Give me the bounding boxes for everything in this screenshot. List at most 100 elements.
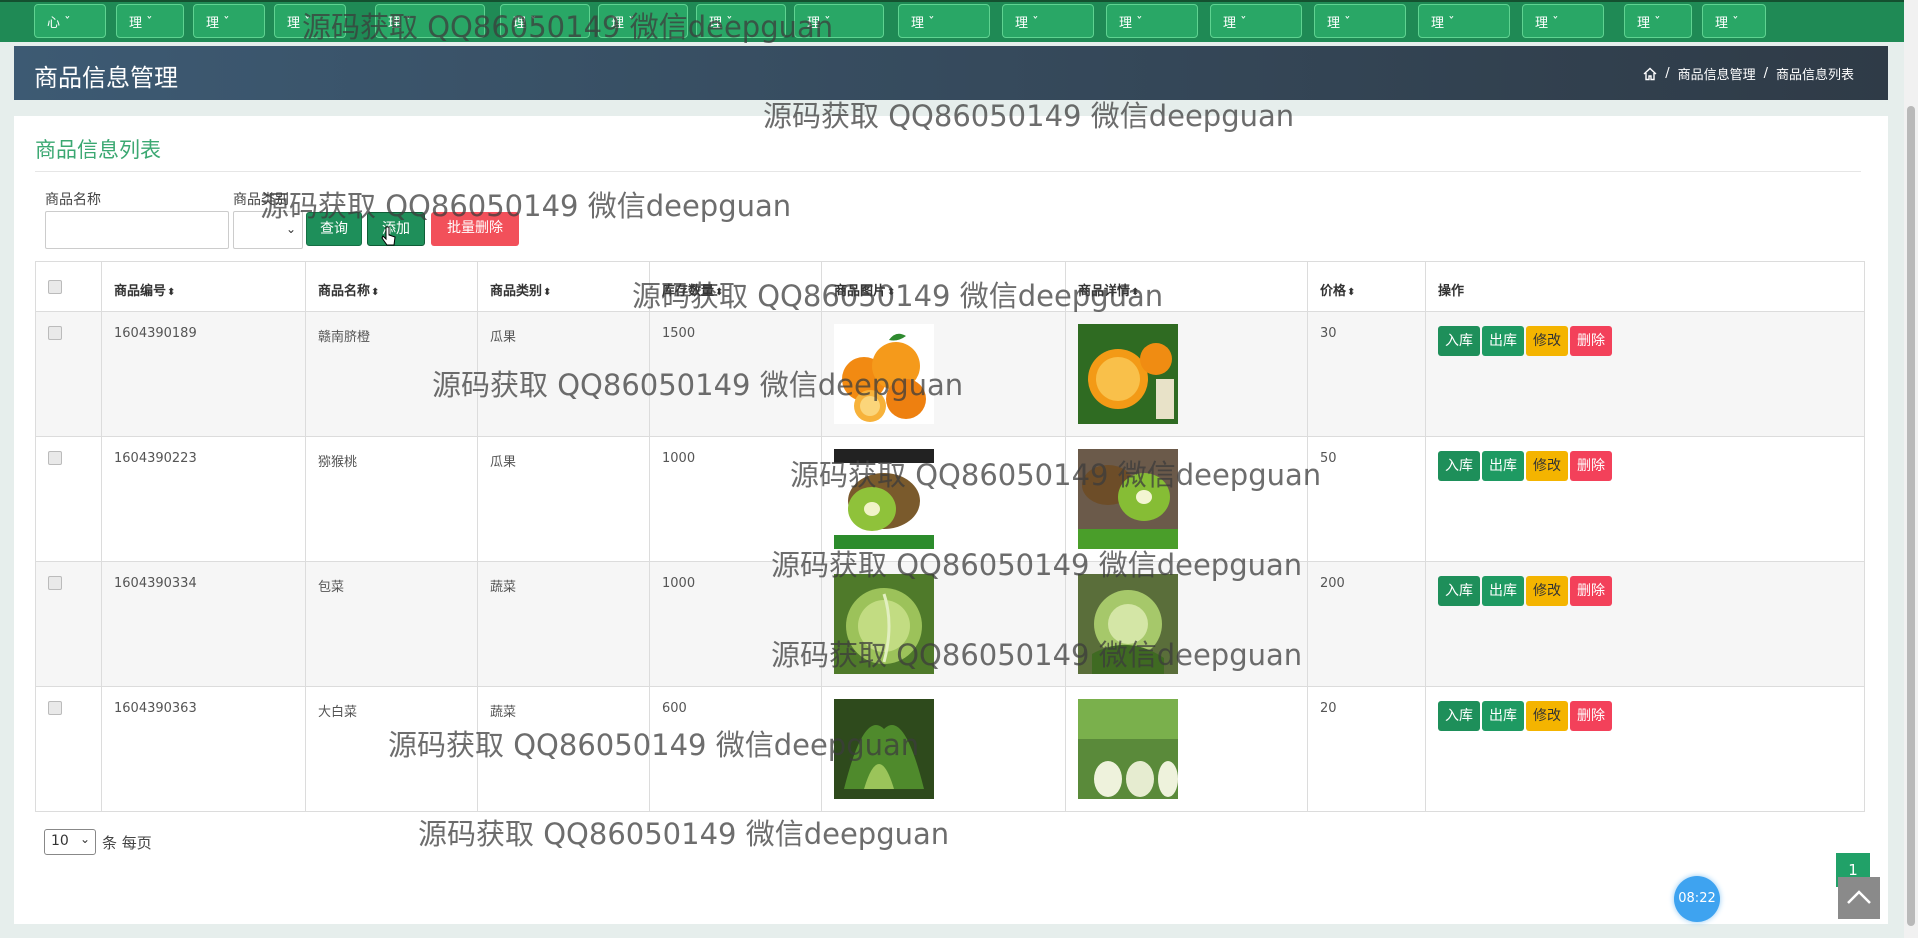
row-checkbox[interactable] [48, 326, 62, 340]
nav-item[interactable]: 心 ˇ [34, 4, 106, 38]
sort-icon: ⬍ [167, 287, 176, 298]
kiwi-product-image[interactable] [834, 449, 934, 549]
product-stock: 1000 [649, 561, 822, 687]
chevron-up-icon [1847, 890, 1871, 904]
image-cell [821, 561, 1066, 687]
cabbage-product-image[interactable] [834, 574, 934, 674]
detail-cell [1065, 561, 1308, 687]
actions-cell: 入库 出库 修改 删除 [1425, 436, 1865, 562]
stock-in-button[interactable]: 入库 [1438, 701, 1480, 731]
nav-item[interactable]: 理 ˇ [794, 4, 884, 38]
mouse-cursor-icon [381, 226, 396, 246]
page-size-select[interactable]: 10 ⌄ [44, 829, 96, 855]
stock-in-button[interactable]: 入库 [1438, 326, 1480, 356]
breadcrumb-separator: / [1665, 66, 1670, 81]
col-header-detail[interactable]: 商品详情⬍ [1065, 261, 1308, 312]
nav-item[interactable]: 理 ˇ [1624, 4, 1692, 38]
row-select-cell [35, 311, 102, 437]
product-category: 蔬菜 [477, 686, 650, 812]
page-size-label: 条 每页 [102, 834, 152, 852]
nav-item[interactable]: 理 ˇ [500, 4, 590, 38]
nav-item[interactable]: 理 ˇ [193, 4, 265, 38]
query-button[interactable]: 查询 [306, 212, 362, 246]
delete-button[interactable]: 删除 [1570, 451, 1612, 481]
col-header-image[interactable]: 商品图片⬍ [821, 261, 1066, 312]
detail-cell [1065, 311, 1308, 437]
nav-item[interactable]: 理 ˇ [1522, 4, 1604, 38]
col-header-name[interactable]: 商品名称⬍ [305, 261, 478, 312]
nav-item[interactable]: 理 ˇ [274, 4, 346, 38]
product-name: 猕猴桃 [305, 436, 478, 562]
row-checkbox[interactable] [48, 451, 62, 465]
stock-in-button[interactable]: 入库 [1438, 576, 1480, 606]
napa-cabbage-product-image[interactable] [834, 699, 934, 799]
stock-out-button[interactable]: 出库 [1482, 451, 1524, 481]
back-to-top-button[interactable] [1838, 877, 1880, 919]
product-id: 1604390189 [101, 311, 306, 437]
edit-button[interactable]: 修改 [1526, 576, 1568, 606]
napa-cabbage-detail-image[interactable] [1078, 699, 1178, 799]
sort-icon: ⬍ [371, 287, 380, 298]
image-cell [821, 686, 1066, 812]
kiwi-detail-image[interactable] [1078, 449, 1178, 549]
product-name: 赣南脐橙 [305, 311, 478, 437]
row-checkbox[interactable] [48, 576, 62, 590]
product-id: 1604390363 [101, 686, 306, 812]
scrollbar-thumb[interactable] [1907, 106, 1915, 926]
actions-cell: 入库 出库 修改 删除 [1425, 311, 1865, 437]
product-category: 瓜果 [477, 311, 650, 437]
sort-icon: ⬍ [1347, 287, 1356, 298]
nav-item[interactable]: 理 ˇ [1210, 4, 1302, 38]
delete-button[interactable]: 删除 [1570, 326, 1612, 356]
product-category-select[interactable]: ⌄ [233, 211, 303, 249]
nav-item[interactable]: 理 ˇ [598, 4, 688, 38]
select-all-checkbox[interactable] [48, 280, 62, 294]
stock-out-button[interactable]: 出库 [1482, 701, 1524, 731]
page-scrollbar[interactable] [1904, 0, 1918, 938]
nav-item[interactable]: 理 ˇ [1002, 4, 1094, 38]
cabbage-detail-image[interactable] [1078, 574, 1178, 674]
nav-item[interactable]: 理 ˇ [898, 4, 990, 38]
actions-cell: 入库 出库 修改 删除 [1425, 686, 1865, 812]
product-table: 商品编号⬍ 商品名称⬍ 商品类别⬍ 库存数量⬍ 商品图片⬍ 商品详情⬍ 价格⬍ … [35, 261, 1865, 812]
chevron-down-icon: ⌄ [285, 222, 296, 236]
row-checkbox[interactable] [48, 701, 62, 715]
nav-item[interactable]: 理 ˇ [696, 4, 786, 38]
orange-product-image[interactable] [834, 324, 934, 424]
row-select-cell [35, 561, 102, 687]
stock-in-button[interactable]: 入库 [1438, 451, 1480, 481]
col-header-stock[interactable]: 库存数量⬍ [649, 261, 822, 312]
edit-button[interactable]: 修改 [1526, 451, 1568, 481]
nav-item[interactable]: 理 ˇ [1702, 4, 1766, 38]
clock-badge[interactable]: 08:22 [1674, 876, 1720, 922]
home-icon[interactable] [1643, 67, 1657, 81]
nav-item[interactable]: 理 ˇ [1418, 4, 1510, 38]
orange-detail-image[interactable] [1078, 324, 1178, 424]
product-name-label: 商品名称 [45, 192, 101, 208]
bulk-delete-button[interactable]: 批量删除 [431, 212, 519, 246]
sort-icon: ⬍ [543, 287, 552, 298]
image-cell [821, 436, 1066, 562]
breadcrumb-item[interactable]: 商品信息管理 [1678, 64, 1756, 83]
product-name-input[interactable] [45, 211, 229, 249]
delete-button[interactable]: 删除 [1570, 576, 1612, 606]
nav-item[interactable]: 理 ˇ [1314, 4, 1406, 38]
col-header-price[interactable]: 价格⬍ [1307, 261, 1426, 312]
stock-out-button[interactable]: 出库 [1482, 576, 1524, 606]
col-header-category[interactable]: 商品类别⬍ [477, 261, 650, 312]
delete-button[interactable]: 删除 [1570, 701, 1612, 731]
detail-cell [1065, 436, 1308, 562]
edit-button[interactable]: 修改 [1526, 701, 1568, 731]
edit-button[interactable]: 修改 [1526, 326, 1568, 356]
col-header-actions: 操作 [1425, 261, 1865, 312]
image-cell [821, 311, 1066, 437]
stock-out-button[interactable]: 出库 [1482, 326, 1524, 356]
divider [35, 171, 1861, 172]
product-category: 瓜果 [477, 436, 650, 562]
table-header-row: 商品编号⬍ 商品名称⬍ 商品类别⬍ 库存数量⬍ 商品图片⬍ 商品详情⬍ 价格⬍ … [35, 261, 1865, 312]
nav-item[interactable]: 理 ˇ [375, 4, 485, 38]
nav-item[interactable]: 理 ˇ [116, 4, 184, 38]
top-nav: 心 ˇ 理 ˇ 理 ˇ 理 ˇ 理 ˇ 理 ˇ 理 ˇ 理 ˇ 理 ˇ 理 ˇ … [0, 0, 1918, 42]
nav-item[interactable]: 理 ˇ [1106, 4, 1198, 38]
col-header-id[interactable]: 商品编号⬍ [101, 261, 306, 312]
